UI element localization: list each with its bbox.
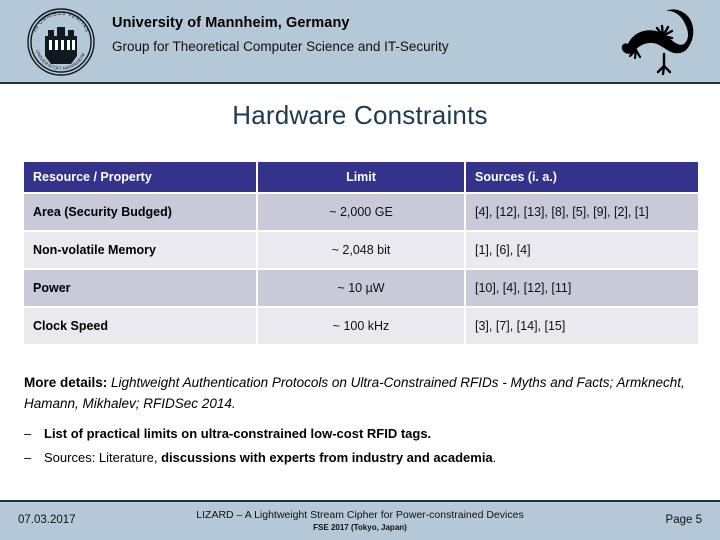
- more-details-paragraph: More details: Lightweight Authentication…: [24, 372, 696, 414]
- column-header-sources: Sources (i. a.): [466, 162, 698, 192]
- more-details-reference: Lightweight Authentication Protocols on …: [24, 375, 685, 411]
- table-header-row: Resource / Property Limit Sources (i. a.…: [24, 162, 698, 192]
- cell-limit: ~ 10 µW: [258, 270, 464, 306]
- list-item-text: Sources: Literature, discussions with ex…: [44, 446, 696, 470]
- cell-resource: Area (Security Budged): [24, 194, 256, 230]
- slide-header-band: IN OMNIBUS VERITAS UNIVERSITÄT MANNHEIM …: [0, 0, 720, 84]
- cell-limit: ~ 100 kHz: [258, 308, 464, 344]
- footer-date: 07.03.2017: [18, 514, 76, 526]
- cell-limit: ~ 2,000 GE: [258, 194, 464, 230]
- list-item-bold-text: List of practical limits on ultra-constr…: [44, 426, 432, 441]
- dash-bullet-icon: –: [24, 426, 32, 441]
- table-row: Clock Speed ~ 100 kHz [3], [7], [14], [1…: [24, 308, 698, 344]
- table-row: Non-volatile Memory ~ 2,048 bit [1], [6]…: [24, 232, 698, 268]
- dash-bullet-icon: –: [24, 450, 32, 465]
- list-item: – List of practical limits on ultra-cons…: [24, 422, 696, 446]
- column-header-resource: Resource / Property: [24, 162, 256, 192]
- page-title: Hardware Constraints: [232, 100, 488, 130]
- bullet-list: – List of practical limits on ultra-cons…: [24, 422, 696, 470]
- lizard-logo-icon: [616, 4, 702, 80]
- cell-sources: [10], [4], [12], [11]: [466, 270, 698, 306]
- cell-sources: [1], [6], [4]: [466, 232, 698, 268]
- more-details-label: More details:: [24, 375, 108, 390]
- cell-sources: [3], [7], [14], [15]: [466, 308, 698, 344]
- group-subtitle: Group for Theoretical Computer Science a…: [112, 39, 449, 54]
- cell-resource: Clock Speed: [24, 308, 256, 344]
- cell-limit: ~ 2,048 bit: [258, 232, 464, 268]
- cell-resource: Power: [24, 270, 256, 306]
- list-item-normal-text: Sources: Literature,: [44, 450, 162, 465]
- list-item-tail-text: .: [492, 450, 497, 465]
- organization-title: University of Mannheim, Germany: [112, 15, 350, 31]
- hardware-constraints-table: Resource / Property Limit Sources (i. a.…: [22, 160, 700, 346]
- footer-page-number: Page 5: [665, 514, 702, 526]
- cell-resource: Non-volatile Memory: [24, 232, 256, 268]
- list-item: – Sources: Literature, discussions with …: [24, 446, 696, 470]
- slide-footer-band: 07.03.2017 LIZARD – A Lightweight Stream…: [0, 500, 720, 540]
- footer-talk-title: LIZARD – A Lightweight Stream Cipher for…: [196, 509, 524, 521]
- footer-center-block: LIZARD – A Lightweight Stream Cipher for…: [0, 508, 720, 534]
- cell-sources: [4], [12], [13], [8], [5], [9], [2], [1]: [466, 194, 698, 230]
- list-item-text: List of practical limits on ultra-constr…: [44, 422, 696, 446]
- column-header-limit: Limit: [258, 162, 464, 192]
- table-row: Power ~ 10 µW [10], [4], [12], [11]: [24, 270, 698, 306]
- header-text-block: University of Mannheim, Germany Group fo…: [112, 13, 592, 57]
- university-crest-icon: IN OMNIBUS VERITAS UNIVERSITÄT MANNHEIM: [24, 6, 98, 78]
- footer-venue: FSE 2017 (Tokyo, Japan): [313, 523, 407, 532]
- list-item-bold-text: discussions with experts from industry a…: [161, 450, 493, 465]
- table-row: Area (Security Budged) ~ 2,000 GE [4], […: [24, 194, 698, 230]
